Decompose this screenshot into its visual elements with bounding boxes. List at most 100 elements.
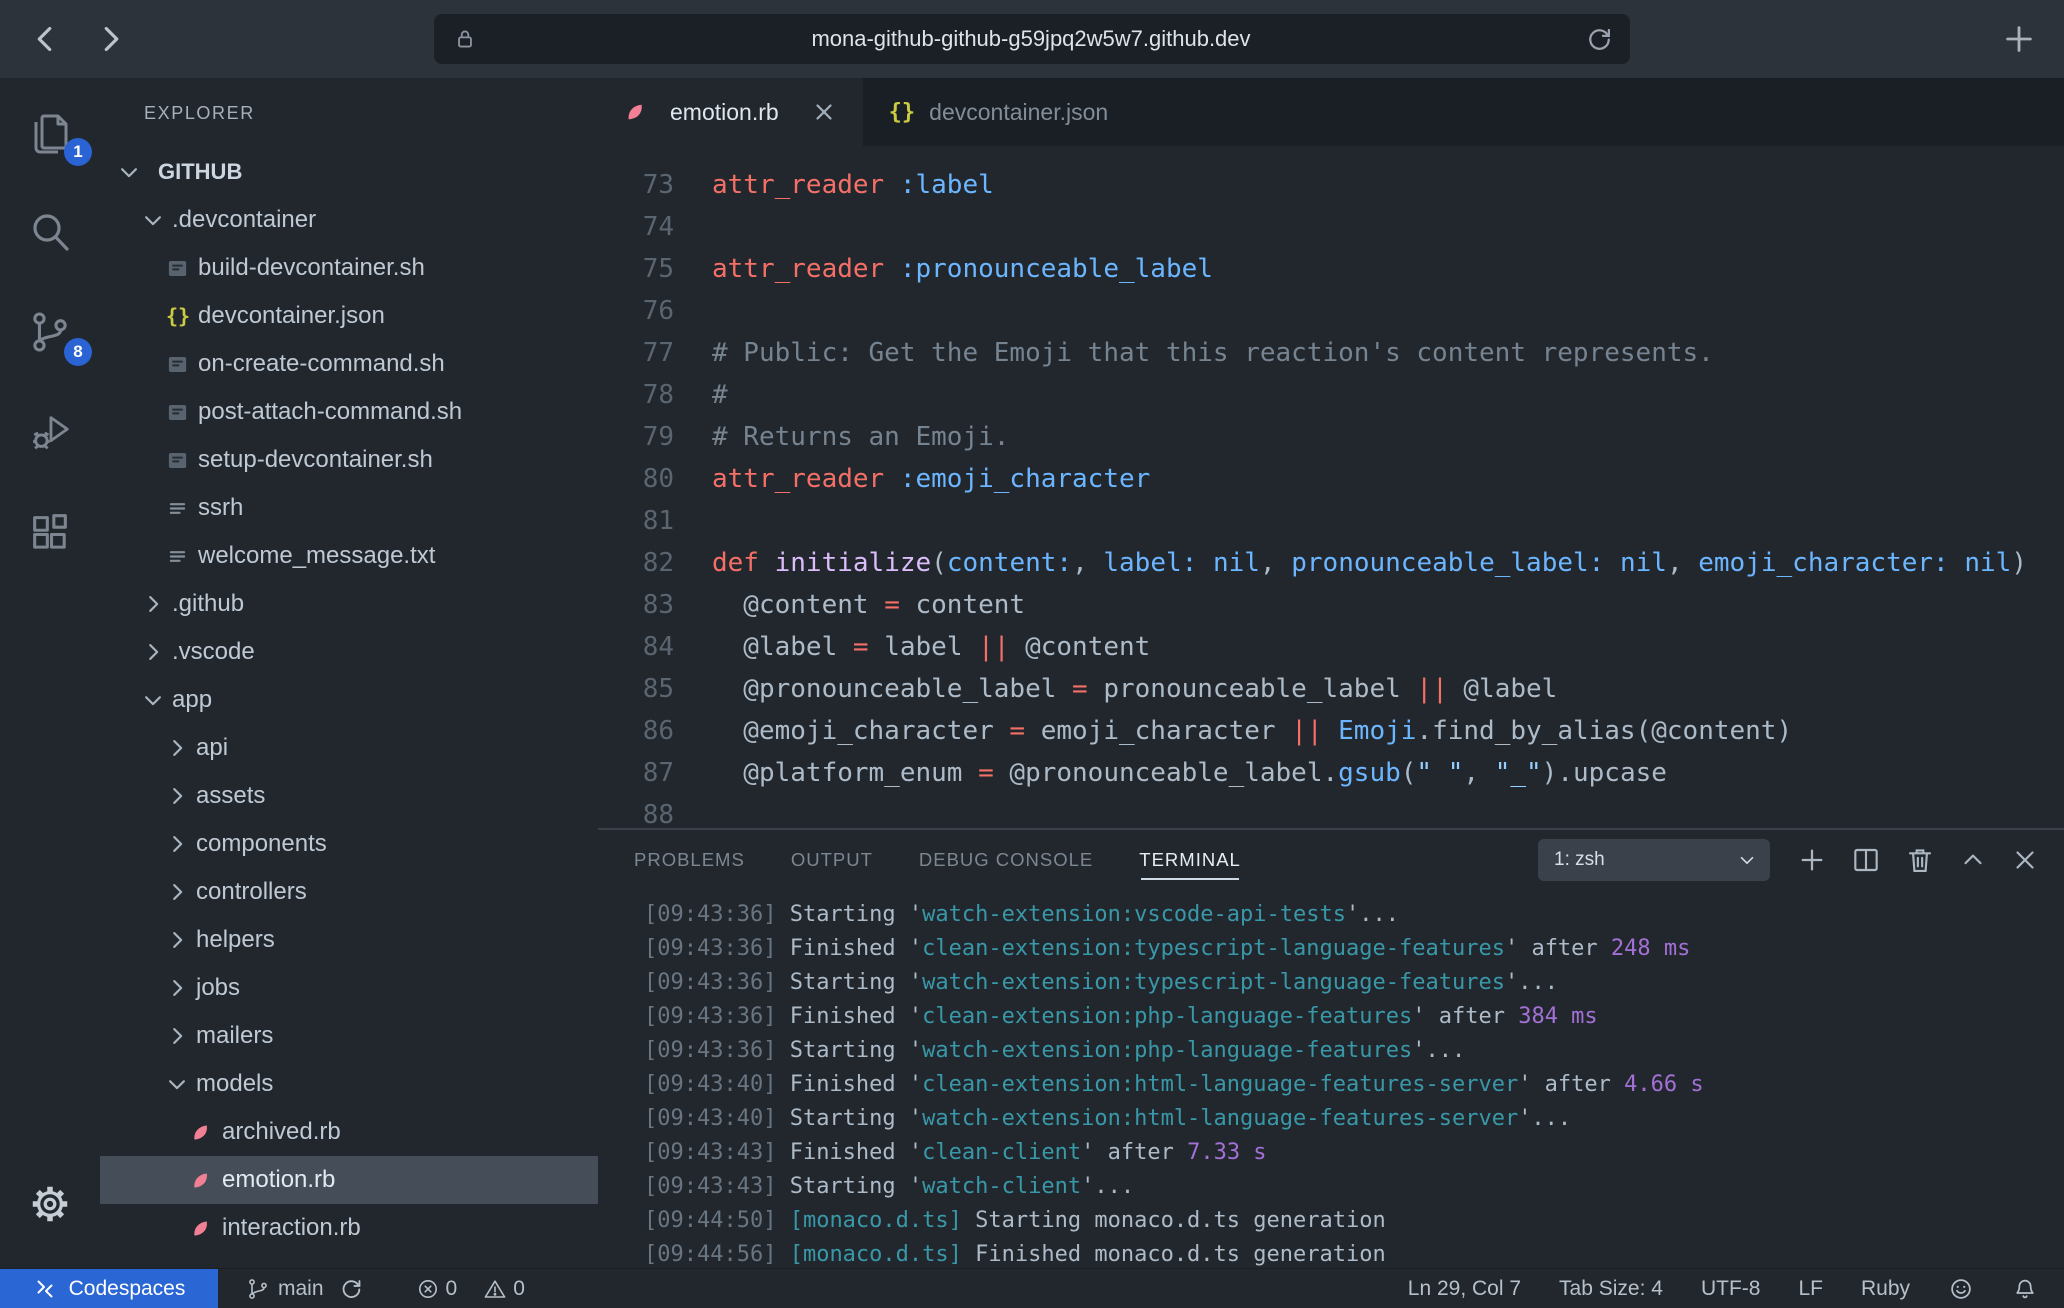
sidebar-item-run-debug[interactable]: [20, 382, 80, 482]
codespaces-remote-button[interactable]: Codespaces: [0, 1269, 218, 1308]
tree-item-emotion-rb[interactable]: emotion.rb: [100, 1156, 598, 1204]
terminal-shell-select[interactable]: 1: zsh: [1538, 839, 1770, 881]
code-line-86[interactable]: 86 @emoji_character = emoji_character ||…: [598, 710, 2064, 752]
feedback-smiley-icon[interactable]: [1948, 1276, 1974, 1302]
language-mode[interactable]: Ruby: [1861, 1277, 1910, 1301]
tab-output[interactable]: OUTPUT: [791, 830, 873, 890]
ruby-icon: [190, 1218, 222, 1239]
branch-indicator[interactable]: main: [246, 1277, 324, 1301]
tab-problems[interactable]: PROBLEMS: [634, 830, 745, 890]
forward-icon[interactable]: [92, 21, 128, 57]
panel-maximize-icon[interactable]: [1958, 845, 1988, 875]
code-line-85[interactable]: 85 @pronounceable_label = pronounceable_…: [598, 668, 2064, 710]
new-tab-icon[interactable]: [2002, 22, 2036, 56]
terminal-line-4: [09:43:36] Finished 'clean-extension:php…: [644, 1000, 2064, 1034]
browser-toolbar: mona-github-github-g59jpq2w5w7.github.de…: [0, 0, 2064, 78]
tree-item-components[interactable]: components: [100, 820, 598, 868]
tree-item-mailers[interactable]: mailers: [100, 1012, 598, 1060]
tree-item-label: interaction.rb: [222, 1214, 361, 1242]
tree-item-label: mailers: [196, 1022, 273, 1050]
file-tree: .devcontainerbuild-devcontainer.sh{}devc…: [100, 196, 598, 1252]
tree-item-helpers[interactable]: helpers: [100, 916, 598, 964]
terminal-line-6: [09:43:40] Finished 'clean-extension:htm…: [644, 1068, 2064, 1102]
tree-item-archived-rb[interactable]: archived.rb: [100, 1108, 598, 1156]
tree-item-interaction-rb[interactable]: interaction.rb: [100, 1204, 598, 1252]
panel-close-icon[interactable]: [2010, 845, 2040, 875]
tree-item-build-devcontainer-sh[interactable]: build-devcontainer.sh: [100, 244, 598, 292]
code-editor[interactable]: 73attr_reader :label7475attr_reader :pro…: [598, 146, 2064, 828]
tree-root-github[interactable]: GITHUB: [100, 148, 598, 196]
code-line-79[interactable]: 79# Returns an Emoji.: [598, 416, 2064, 458]
code-line-74[interactable]: 74: [598, 206, 2064, 248]
back-icon[interactable]: [28, 21, 64, 57]
code-line-88[interactable]: 88: [598, 794, 2064, 828]
sidebar-item-extensions[interactable]: [20, 482, 80, 582]
tree-item-controllers[interactable]: controllers: [100, 868, 598, 916]
encoding[interactable]: UTF-8: [1701, 1277, 1761, 1301]
tree-item--vscode[interactable]: .vscode: [100, 628, 598, 676]
tree-item-api[interactable]: api: [100, 724, 598, 772]
code-line-77[interactable]: 77# Public: Get the Emoji that this reac…: [598, 332, 2064, 374]
tree-item-welcome-message-txt[interactable]: welcome_message.txt: [100, 532, 598, 580]
code-line-84[interactable]: 84 @label = label || @content: [598, 626, 2064, 668]
branch-name: main: [278, 1277, 324, 1301]
code-line-87[interactable]: 87 @platform_enum = @pronounceable_label…: [598, 752, 2064, 794]
code-line-80[interactable]: 80attr_reader :emoji_character: [598, 458, 2064, 500]
refresh-icon[interactable]: [1584, 24, 1614, 54]
tab-devcontainer-json[interactable]: {} devcontainer.json: [863, 78, 1135, 146]
code-line-73[interactable]: 73attr_reader :label: [598, 164, 2064, 206]
error-count: 0: [446, 1277, 458, 1301]
address-bar[interactable]: mona-github-github-g59jpq2w5w7.github.de…: [434, 14, 1630, 64]
sidebar-item-search[interactable]: [20, 182, 80, 282]
sync-button[interactable]: [338, 1276, 364, 1302]
eol[interactable]: LF: [1798, 1277, 1823, 1301]
chevron-down-icon: [1736, 849, 1758, 871]
ruby-icon: [624, 101, 656, 123]
chevron-right-icon: [166, 785, 196, 807]
terminal-line-8: [09:43:43] Finished 'clean-client' after…: [644, 1136, 2064, 1170]
sidebar-item-explorer[interactable]: 1: [20, 82, 80, 182]
tree-item-assets[interactable]: assets: [100, 772, 598, 820]
tree-item-models[interactable]: models: [100, 1060, 598, 1108]
tree-item-jobs[interactable]: jobs: [100, 964, 598, 1012]
close-icon[interactable]: [811, 99, 837, 125]
line-number: 74: [598, 206, 674, 248]
tree-item--github[interactable]: .github: [100, 580, 598, 628]
tree-item--devcontainer[interactable]: .devcontainer: [100, 196, 598, 244]
code-line-76[interactable]: 76: [598, 290, 2064, 332]
tree-item-ssrh[interactable]: ssrh: [100, 484, 598, 532]
tree-item-app[interactable]: app: [100, 676, 598, 724]
ruby-icon: [190, 1170, 222, 1191]
tab-size[interactable]: Tab Size: 4: [1559, 1277, 1663, 1301]
tree-item-label: post-attach-command.sh: [198, 398, 462, 426]
tree-item-label: api: [196, 734, 228, 762]
tree-item-devcontainer-json[interactable]: {}devcontainer.json: [100, 292, 598, 340]
cursor-position[interactable]: Ln 29, Col 7: [1408, 1277, 1521, 1301]
code-line-75[interactable]: 75attr_reader :pronounceable_label: [598, 248, 2064, 290]
code-line-82[interactable]: 82def initialize(content:, label: nil, p…: [598, 542, 2064, 584]
tree-item-setup-devcontainer-sh[interactable]: setup-devcontainer.sh: [100, 436, 598, 484]
code-line-78[interactable]: 78#: [598, 374, 2064, 416]
terminal-output[interactable]: [09:43:36] Starting 'watch-extension:vsc…: [598, 890, 2064, 1268]
tab-terminal[interactable]: TERMINAL: [1139, 830, 1241, 890]
tree-item-label: .vscode: [172, 638, 255, 666]
search-icon: [26, 208, 74, 256]
bell-icon[interactable]: [2012, 1276, 2038, 1302]
sidebar-item-source-control[interactable]: 8: [20, 282, 80, 382]
code-line-81[interactable]: 81: [598, 500, 2064, 542]
new-terminal-icon[interactable]: [1796, 844, 1828, 876]
tab-debug-console[interactable]: DEBUG CONSOLE: [919, 830, 1093, 890]
problems-indicator[interactable]: 0 0: [416, 1277, 525, 1301]
tab-label: devcontainer.json: [929, 99, 1108, 126]
trash-icon[interactable]: [1904, 844, 1936, 876]
chevron-right-icon: [166, 737, 196, 759]
tree-item-on-create-command-sh[interactable]: on-create-command.sh: [100, 340, 598, 388]
tree-item-label: controllers: [196, 878, 307, 906]
tree-item-post-attach-command-sh[interactable]: post-attach-command.sh: [100, 388, 598, 436]
line-number: 85: [598, 668, 674, 710]
shell-icon: [166, 449, 198, 472]
settings-gear-button[interactable]: [20, 1154, 80, 1254]
code-line-83[interactable]: 83 @content = content: [598, 584, 2064, 626]
split-terminal-icon[interactable]: [1850, 844, 1882, 876]
tab-emotion-rb[interactable]: emotion.rb: [598, 78, 863, 146]
